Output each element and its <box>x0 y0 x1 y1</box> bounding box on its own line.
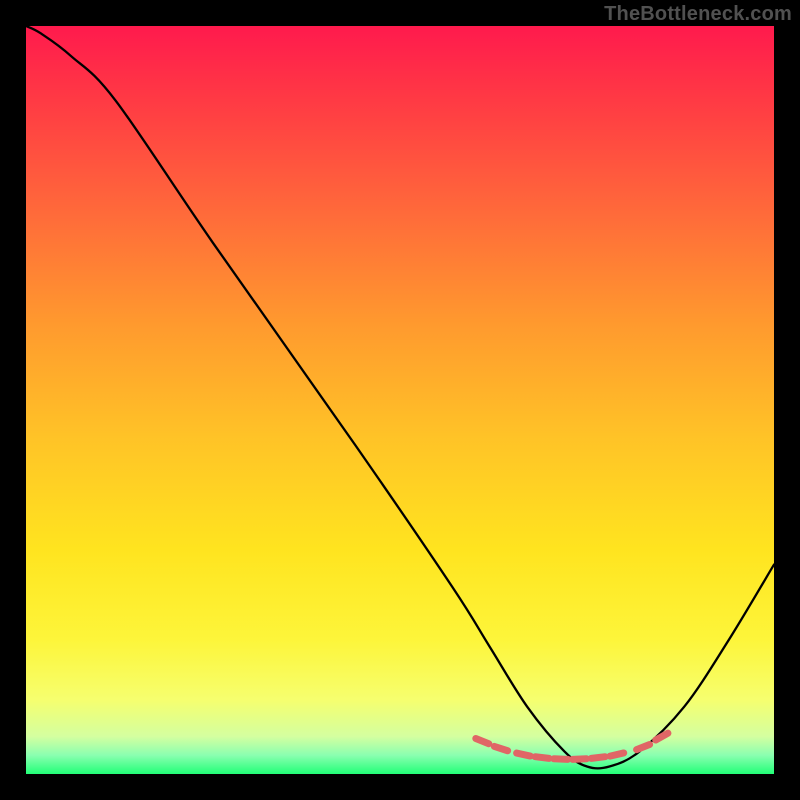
curve-overlay <box>26 26 774 774</box>
marker-dash <box>494 746 507 750</box>
plot-area <box>26 26 774 774</box>
marker-dash <box>591 757 605 759</box>
marker-dash <box>573 759 587 760</box>
marker-dash <box>517 753 531 756</box>
marker-dash <box>637 744 650 749</box>
chart-container: TheBottleneck.com <box>0 0 800 800</box>
marker-dash <box>476 738 489 743</box>
bottleneck-curve <box>26 26 774 768</box>
watermark-text: TheBottleneck.com <box>604 3 792 26</box>
marker-dash <box>610 753 624 756</box>
marker-dash <box>554 759 568 760</box>
optimal-range-markers <box>476 733 668 759</box>
marker-dash <box>535 757 549 759</box>
